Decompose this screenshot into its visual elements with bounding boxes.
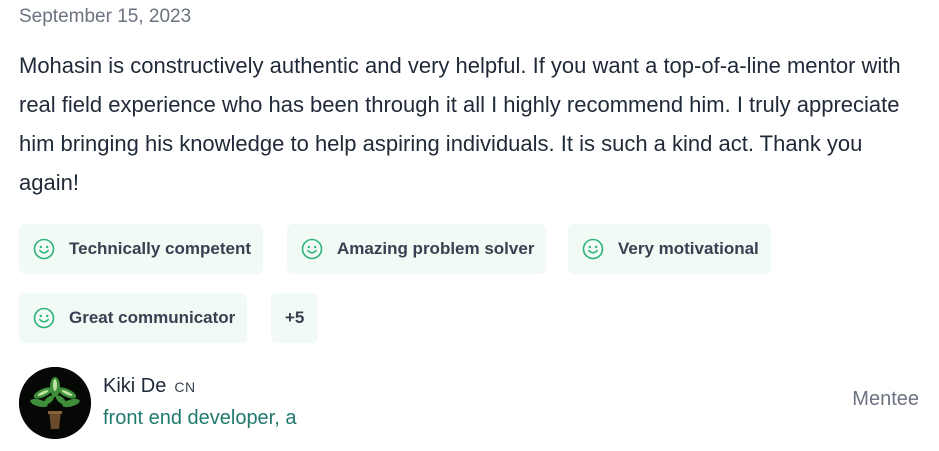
tag-label: Technically competent: [69, 239, 252, 258]
avatar[interactable]: [19, 367, 91, 439]
tag-label: Amazing problem solver: [337, 239, 535, 258]
smiley-icon: [582, 238, 604, 260]
smiley-icon: [301, 238, 323, 260]
review-text: Mohasin is constructively authentic and …: [19, 53, 901, 195]
mentee-label: Mentee: [852, 388, 919, 410]
tag-label: Great communicator: [69, 308, 236, 327]
tag-very-motivational: Very motivational: [568, 224, 771, 274]
reviewer-role: front end developer, a: [103, 407, 297, 429]
smiley-icon: [33, 238, 55, 260]
tag-technically-competent: Technically competent: [19, 224, 264, 274]
reviewer-name-line: Kiki De CN: [103, 375, 196, 398]
tag-great-communicator: Great communicator: [19, 293, 248, 343]
smiley-icon: [33, 307, 55, 329]
more-tags-button[interactable]: +5: [271, 293, 319, 343]
tag-amazing-problem-solver: Amazing problem solver: [287, 224, 547, 274]
reviewer-country: CN: [174, 379, 196, 395]
review-date: September 15, 2023: [19, 6, 192, 27]
reviewer-name[interactable]: Kiki De: [103, 375, 166, 397]
tag-label: Very motivational: [618, 239, 759, 258]
